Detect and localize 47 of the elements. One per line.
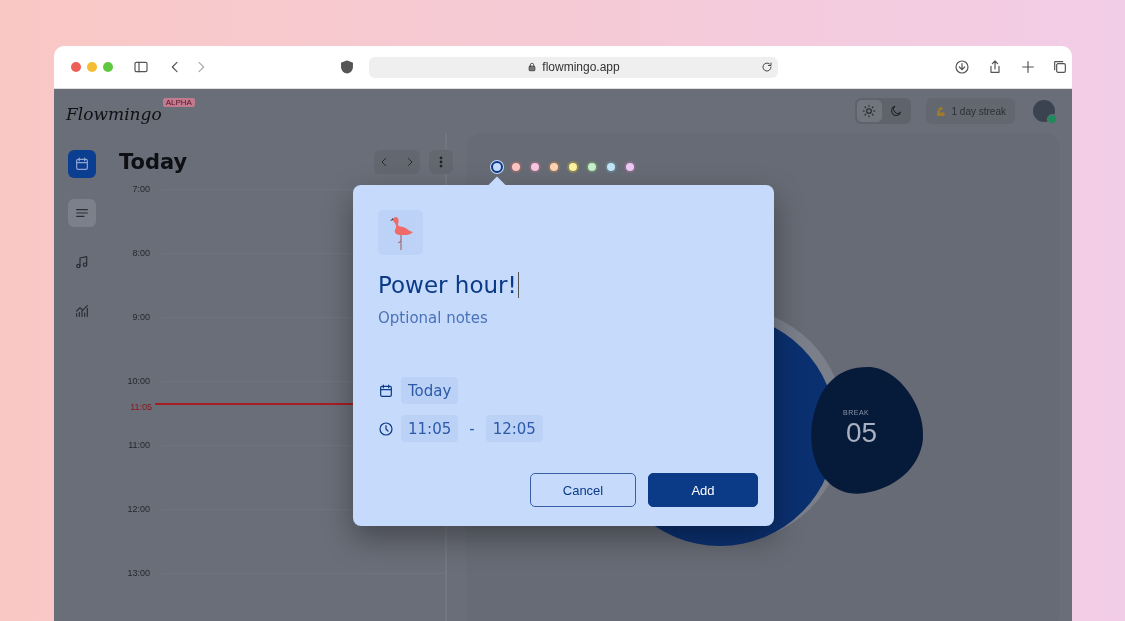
avatar[interactable]	[1033, 100, 1055, 122]
tabs-icon[interactable]	[1052, 59, 1068, 75]
time-label: 11:00	[127, 440, 150, 450]
time-label: 7:00	[131, 184, 150, 194]
break-countdown: 05	[846, 417, 878, 449]
badge: ALPHA	[162, 98, 195, 107]
sidebar-icon[interactable]	[133, 59, 149, 75]
title-field[interactable]: Power hour!	[378, 270, 718, 300]
download-icon[interactable]	[954, 59, 970, 75]
music-note-icon	[74, 254, 90, 270]
close-button[interactable]	[71, 62, 81, 72]
sun-toggle[interactable]	[856, 100, 882, 122]
calendar-icon	[74, 156, 90, 172]
chart-icon	[74, 303, 90, 319]
end-time-chip[interactable]: 12:05	[485, 415, 543, 442]
page-title: Today	[119, 150, 188, 174]
sun-icon	[862, 104, 876, 118]
add-button[interactable]: Add	[648, 473, 758, 507]
sidebar-item[interactable]	[68, 199, 96, 227]
time-label: 13:00	[126, 568, 150, 578]
reload-icon[interactable]	[761, 60, 773, 73]
flexed-arm-icon	[934, 105, 947, 117]
time-label: 10:00	[126, 376, 150, 386]
moon-icon	[889, 104, 903, 118]
clock-icon	[378, 420, 394, 437]
cancel-button[interactable]: Cancel	[530, 473, 636, 507]
new-tab-icon[interactable]	[1020, 59, 1036, 75]
emoji-picker[interactable]	[378, 210, 423, 255]
time-separator: -	[469, 419, 475, 438]
time-label: 12:00	[126, 504, 150, 514]
address-bar[interactable]: flowmingo.app	[369, 56, 778, 78]
time-label: 8:00	[131, 248, 150, 258]
date-chip[interactable]: Today	[401, 377, 459, 404]
current-time-label: 11:05	[129, 402, 152, 412]
more-button[interactable]	[429, 150, 453, 174]
start-time-chip[interactable]: 11:05	[401, 415, 459, 442]
zoom-button[interactable]	[103, 62, 113, 72]
online-dot	[1047, 114, 1057, 124]
calendar-icon	[378, 382, 394, 399]
share-icon[interactable]	[987, 59, 1003, 75]
shield-icon	[339, 59, 355, 75]
sidebar-item[interactable]	[68, 150, 96, 178]
time-label: 9:00	[131, 312, 150, 322]
notes-field[interactable]: Optional notes	[378, 309, 678, 327]
lock-icon	[527, 62, 538, 72]
logo: Flowmingo	[66, 104, 162, 124]
color-swatch[interactable]	[491, 161, 503, 173]
